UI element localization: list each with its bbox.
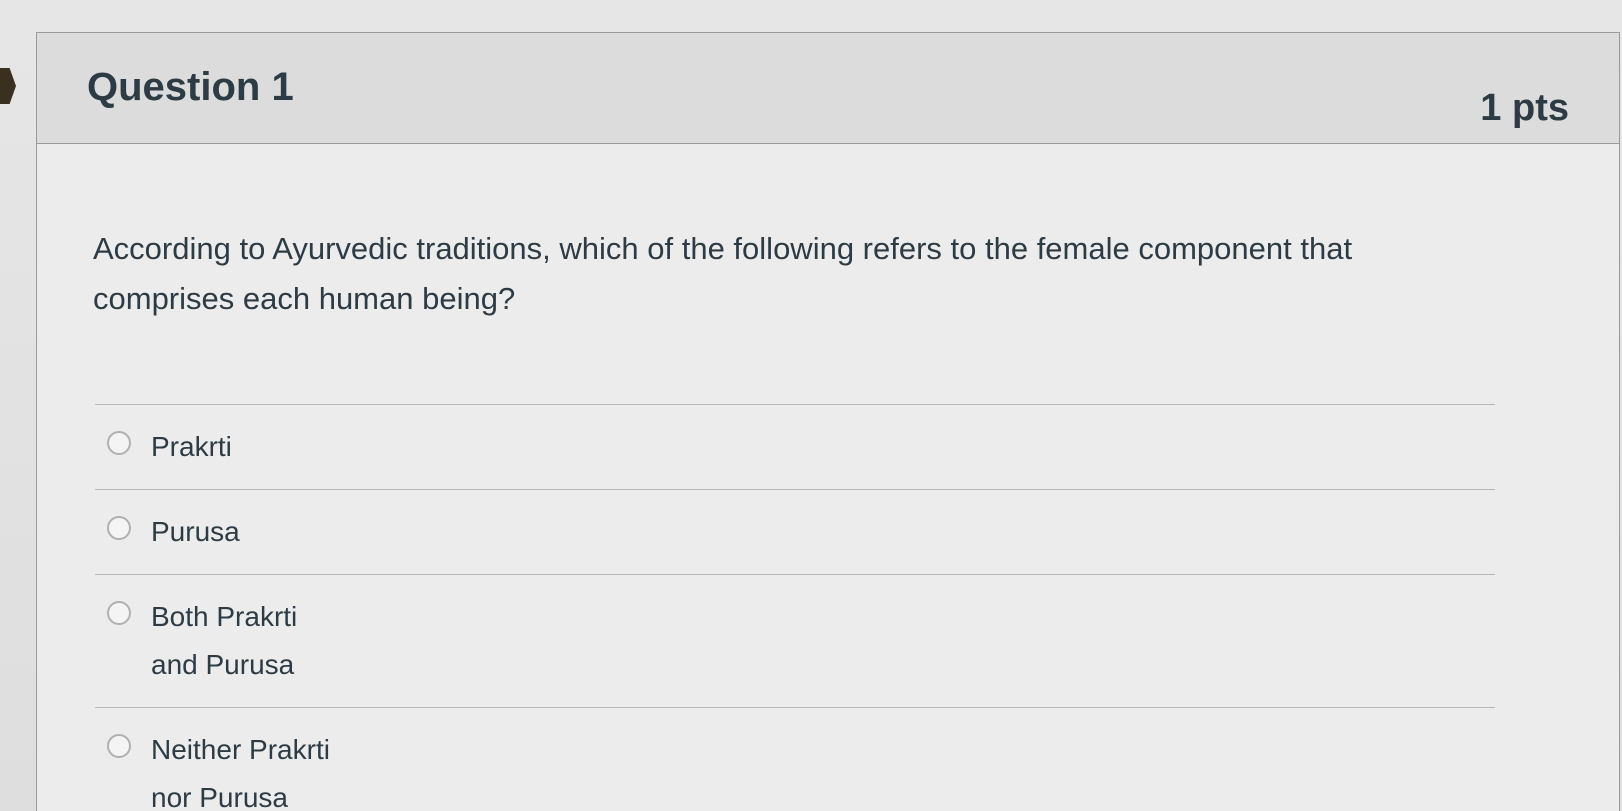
- question-card: Question 1 1 pts According to Ayurvedic …: [36, 32, 1620, 811]
- answer-label: Prakrti: [151, 431, 232, 462]
- answer-option-neither[interactable]: Neither Prakrti nor Purusa: [95, 708, 1495, 811]
- quiz-screen: Question 1 1 pts According to Ayurvedic …: [0, 0, 1622, 811]
- answer-list: Prakrti Purusa Both Prakrti and Purusa N…: [95, 404, 1495, 811]
- radio-button[interactable]: [107, 431, 131, 455]
- question-body: According to Ayurvedic traditions, which…: [37, 144, 1619, 811]
- radio-button[interactable]: [107, 601, 131, 625]
- answer-option-purusa[interactable]: Purusa: [95, 490, 1495, 574]
- question-header: Question 1 1 pts: [37, 33, 1619, 144]
- question-flag-icon[interactable]: [0, 68, 16, 104]
- answer-label: Both Prakrti and Purusa: [151, 601, 298, 680]
- answer-label: Neither Prakrti nor Purusa: [151, 734, 330, 811]
- question-points: 1 pts: [1480, 87, 1569, 129]
- radio-button[interactable]: [107, 734, 131, 758]
- radio-button[interactable]: [107, 516, 131, 540]
- answer-option-both[interactable]: Both Prakrti and Purusa: [95, 575, 1495, 707]
- answer-option-prakrti[interactable]: Prakrti: [95, 405, 1495, 489]
- question-title: Question 1: [87, 65, 294, 109]
- question-text: According to Ayurvedic traditions, which…: [93, 231, 1353, 316]
- answer-label: Purusa: [151, 516, 240, 547]
